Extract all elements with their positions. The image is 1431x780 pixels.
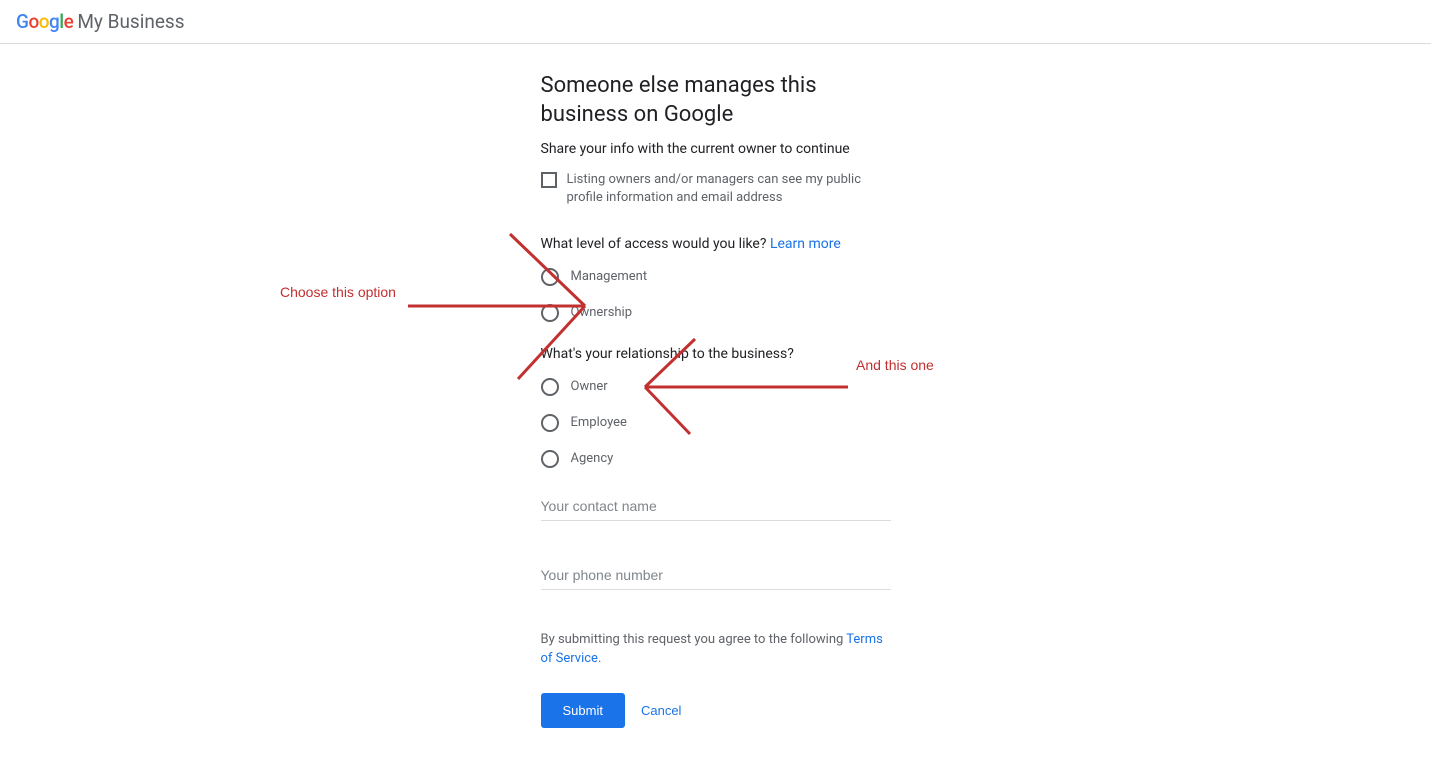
relationship-question: What's your relationship to the business… — [541, 346, 891, 362]
page-subtitle: Share your info with the current owner t… — [541, 141, 891, 157]
radio-owner[interactable]: Owner — [541, 378, 891, 396]
share-info-checkbox[interactable] — [541, 172, 557, 188]
radio-button-icon — [541, 450, 559, 468]
annotation-text-first: Choose this option — [280, 284, 396, 300]
radio-button-icon — [541, 414, 559, 432]
page-title: Someone else manages this business on Go… — [541, 72, 891, 129]
relationship-radio-group: Owner Employee Agency — [541, 378, 891, 468]
radio-agency[interactable]: Agency — [541, 450, 891, 468]
radio-label: Agency — [571, 451, 614, 466]
phone-number-input[interactable] — [541, 561, 891, 590]
radio-button-icon — [541, 378, 559, 396]
radio-ownership[interactable]: Ownership — [541, 304, 891, 322]
app-header: Google My Business — [0, 0, 1431, 44]
product-name: My Business — [77, 10, 184, 33]
access-request-form: Someone else manages this business on Go… — [541, 44, 891, 728]
share-info-label: Listing owners and/or managers can see m… — [567, 171, 891, 207]
radio-management[interactable]: Management — [541, 268, 891, 286]
submit-button[interactable]: Submit — [541, 693, 625, 728]
radio-employee[interactable]: Employee — [541, 414, 891, 432]
radio-button-icon — [541, 268, 559, 286]
learn-more-link[interactable]: Learn more — [770, 236, 841, 252]
radio-label: Owner — [571, 379, 608, 394]
form-actions: Submit Cancel — [541, 693, 891, 728]
radio-label: Ownership — [571, 305, 633, 320]
contact-name-input[interactable] — [541, 492, 891, 521]
share-info-checkbox-row[interactable]: Listing owners and/or managers can see m… — [541, 171, 891, 207]
access-level-radio-group: Management Ownership — [541, 268, 891, 322]
cancel-button[interactable]: Cancel — [641, 703, 681, 718]
radio-label: Employee — [571, 415, 627, 430]
tos-text: By submitting this request you agree to … — [541, 630, 891, 669]
access-level-question: What level of access would you like? Lea… — [541, 236, 891, 252]
radio-label: Management — [571, 269, 648, 284]
google-logo: Google — [16, 10, 73, 33]
radio-button-icon — [541, 304, 559, 322]
